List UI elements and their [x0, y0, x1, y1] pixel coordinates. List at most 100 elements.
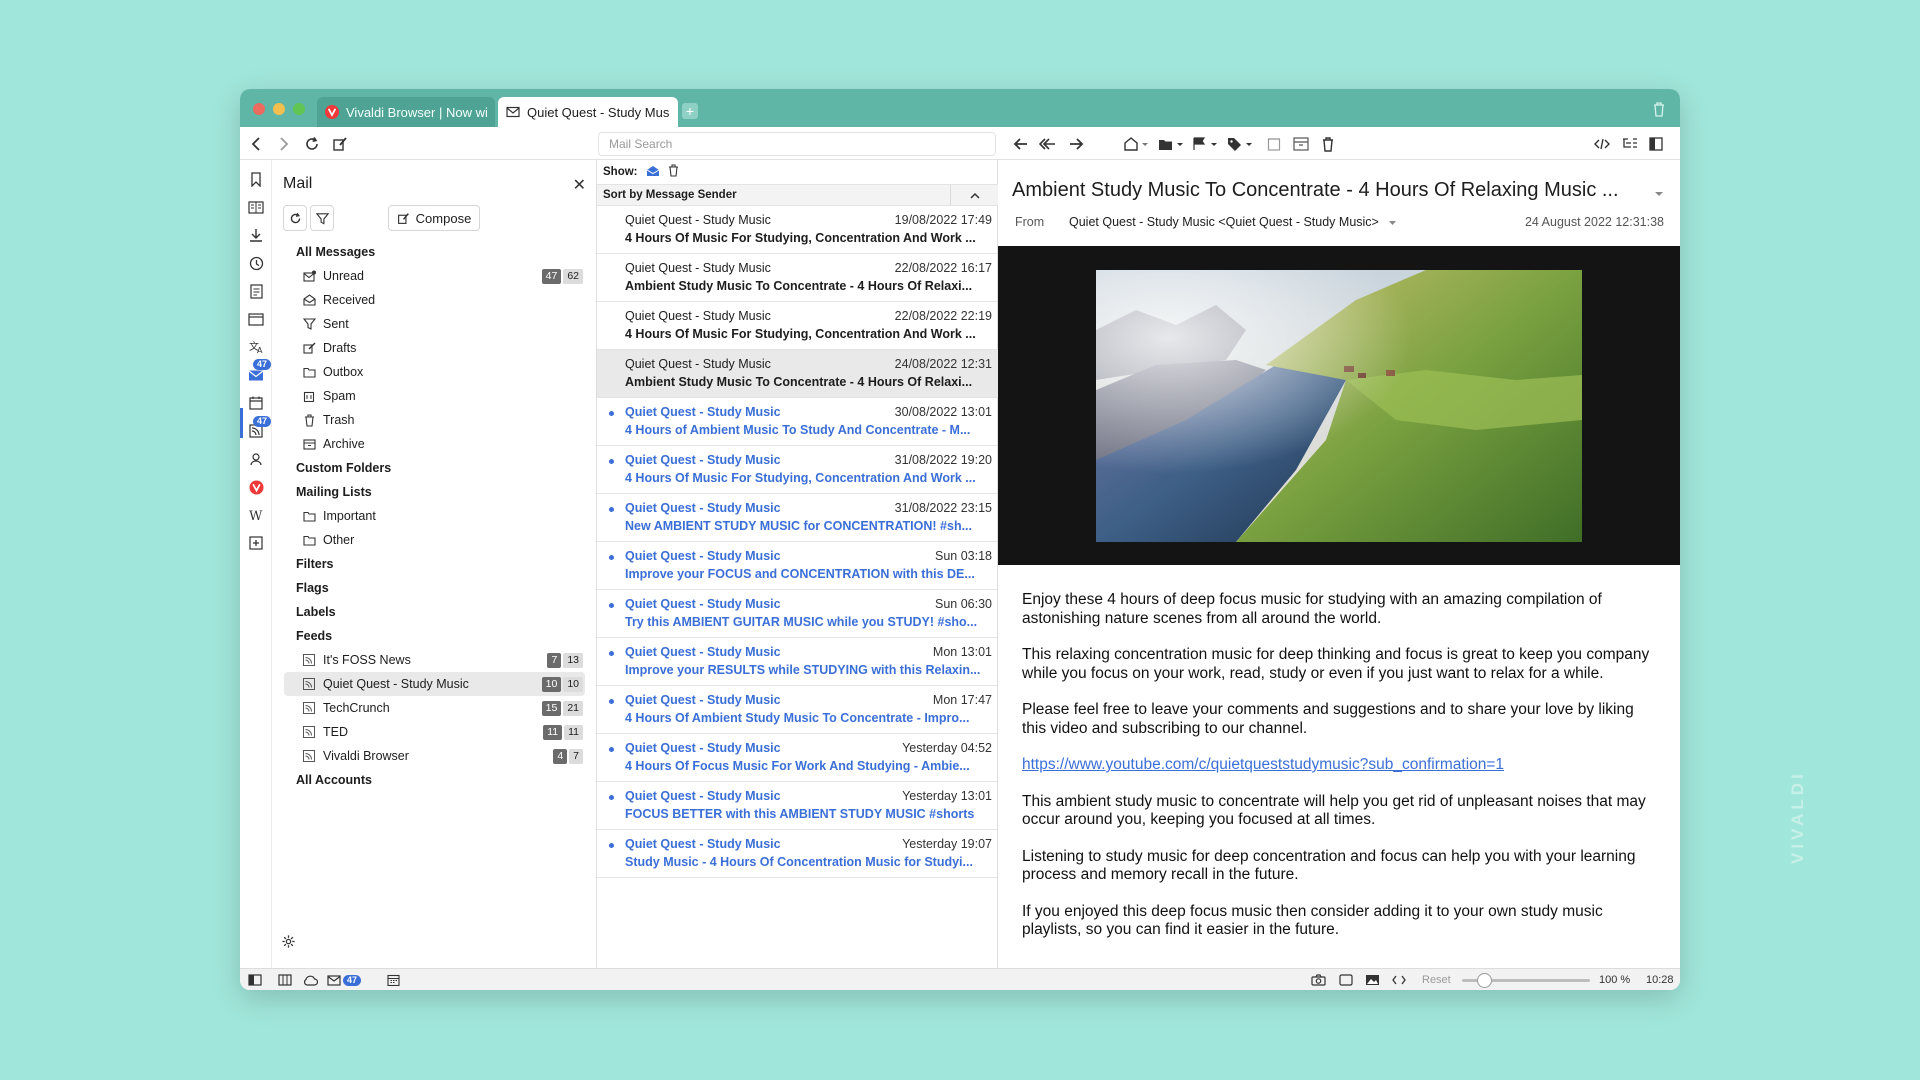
mail-search-input[interactable] [598, 132, 996, 156]
page-actions-icon[interactable] [1391, 973, 1407, 987]
add-web-panel-icon[interactable] [247, 534, 265, 552]
panel-toggle-icon[interactable] [247, 973, 263, 987]
message-row[interactable]: Quiet Quest - Study Music 31/08/2022 23:1… [597, 494, 998, 542]
maximize-window-button[interactable] [293, 103, 305, 115]
folder-drafts[interactable]: Drafts [272, 336, 597, 360]
folder-trash[interactable]: Trash [272, 408, 597, 432]
sort-direction-icon[interactable] [950, 185, 998, 205]
capture-camera-icon[interactable] [1310, 973, 1326, 987]
label-icon[interactable] [1226, 133, 1254, 155]
zoom-slider[interactable] [1462, 973, 1590, 988]
message-row[interactable]: Quiet Quest - Study Music Mon 17:47 4 Hour… [597, 686, 998, 734]
layout-toggle-icon[interactable] [1645, 133, 1667, 155]
calendar-status-icon[interactable] [385, 973, 401, 987]
flag-icon[interactable] [1191, 133, 1219, 155]
feed-vivaldi-browser[interactable]: Vivaldi Browser 47 [272, 744, 597, 768]
feeds-heading[interactable]: Feeds [272, 624, 597, 648]
from-address[interactable]: Quiet Quest - Study Music <Quiet Quest -… [1069, 215, 1397, 229]
from-dropdown-icon[interactable] [1388, 220, 1397, 226]
message-row[interactable]: Quiet Quest - Study Music Sun 06:30 Try th… [597, 590, 998, 638]
settings-gear-icon[interactable] [281, 934, 297, 950]
message-row[interactable]: Quiet Quest - Study Music 31/08/2022 19:2… [597, 446, 998, 494]
reply-all-icon[interactable] [1037, 133, 1059, 155]
video-embed[interactable] [998, 246, 1680, 565]
message-row[interactable]: Quiet Quest - Study Music 19/08/2022 17:4… [597, 206, 998, 254]
message-row[interactable]: Quiet Quest - Study Music Yesterday 04:52… [597, 734, 998, 782]
mailing-lists-heading[interactable]: Mailing Lists [272, 480, 597, 504]
folder-received[interactable]: Received [272, 288, 597, 312]
message-row[interactable]: Quiet Quest - Study Music Mon 13:01 Improv… [597, 638, 998, 686]
channel-link[interactable]: https://www.youtube.com/c/quietqueststud… [1022, 756, 1504, 773]
reading-list-icon[interactable] [247, 198, 265, 216]
message-row[interactable]: Quiet Quest - Study Music 22/08/2022 22:1… [597, 302, 998, 350]
labels-heading[interactable]: Labels [272, 600, 597, 624]
window-panel-icon[interactable] [247, 310, 265, 328]
tab-tiling-icon[interactable] [277, 973, 293, 987]
notes-icon[interactable] [247, 282, 265, 300]
close-panel-icon[interactable]: ✕ [573, 175, 586, 195]
all-accounts-heading[interactable]: All Accounts [272, 768, 597, 792]
message-row[interactable]: Quiet Quest - Study Music 22/08/2022 16:1… [597, 254, 998, 302]
folder-unread[interactable]: Unread 47 62 [272, 264, 597, 288]
sort-header[interactable]: Sort by Message Sender [597, 184, 998, 206]
filters-heading[interactable]: Filters [272, 552, 597, 576]
filter-icon[interactable] [310, 205, 334, 231]
video-thumbnail[interactable] [1096, 270, 1582, 542]
zoom-reset-button[interactable]: Reset [1422, 974, 1451, 986]
move-to-folder-icon[interactable] [1157, 133, 1185, 155]
view-source-icon[interactable] [1591, 133, 1613, 155]
closed-tabs-trash-icon[interactable] [1652, 101, 1666, 117]
translate-icon[interactable]: 文A [247, 338, 265, 356]
folder-outbox[interactable]: Outbox [272, 360, 597, 384]
folder-archive[interactable]: Archive [272, 432, 597, 456]
compose-button[interactable]: Compose [388, 205, 480, 231]
message-row[interactable]: Quiet Quest - Study Music Yesterday 13:01… [597, 782, 998, 830]
sync-cloud-icon[interactable] [302, 973, 318, 987]
message-row[interactable]: Quiet Quest - Study Music 30/08/2022 13:0… [597, 398, 998, 446]
history-icon[interactable] [247, 254, 265, 272]
feed-quiet-quest[interactable]: Quiet Quest - Study Music 10 10 [284, 672, 585, 696]
back-button[interactable] [245, 133, 267, 155]
wikipedia-panel-icon[interactable]: W [247, 506, 265, 524]
tab-quiet-quest[interactable]: Quiet Quest - Study Music [498, 97, 678, 127]
zoom-slider-handle[interactable] [1476, 973, 1492, 988]
folder-spam[interactable]: Spam [272, 384, 597, 408]
threading-icon[interactable] [1619, 133, 1641, 155]
flags-heading[interactable]: Flags [272, 576, 597, 600]
calendar-icon[interactable] [247, 394, 265, 412]
reply-icon[interactable] [1010, 133, 1032, 155]
mark-read-icon[interactable] [1122, 133, 1150, 155]
forward-mail-icon[interactable] [1065, 133, 1087, 155]
subject-expand-icon[interactable] [1654, 186, 1664, 200]
compose-edit-icon[interactable] [329, 133, 351, 155]
check-mail-icon[interactable] [283, 205, 307, 231]
message-row[interactable]: Quiet Quest - Study Music Yesterday 19:07… [597, 830, 998, 878]
images-toggle-icon[interactable] [1364, 973, 1380, 987]
feed-techcrunch[interactable]: TechCrunch 15 21 [272, 696, 597, 720]
mailing-list-other[interactable]: Other [272, 528, 597, 552]
show-received-icon[interactable] [646, 165, 660, 180]
page-tiling-icon[interactable] [1338, 973, 1354, 987]
contacts-icon[interactable] [247, 450, 265, 468]
vivaldi-web-panel-icon[interactable] [247, 478, 265, 496]
delete-icon[interactable] [1317, 133, 1339, 155]
show-trash-icon[interactable] [668, 164, 679, 180]
forward-button[interactable] [273, 133, 295, 155]
custom-folders-heading[interactable]: Custom Folders [272, 456, 597, 480]
close-window-button[interactable] [253, 103, 265, 115]
archive-icon[interactable] [1290, 133, 1312, 155]
downloads-icon[interactable] [247, 226, 265, 244]
bookmarks-icon[interactable] [247, 170, 265, 188]
folder-sent[interactable]: Sent [272, 312, 597, 336]
mail-status-icon[interactable]: 47 [326, 973, 362, 987]
new-tab-button[interactable]: + [682, 103, 698, 119]
feed-its-foss-news[interactable]: It's FOSS News 7 13 [272, 648, 597, 672]
message-row[interactable]: Quiet Quest - Study Music Sun 03:18 Improv… [597, 542, 998, 590]
mailing-list-important[interactable]: Important [272, 504, 597, 528]
spam-icon[interactable] [1263, 133, 1285, 155]
reload-icon[interactable] [301, 133, 323, 155]
all-messages-heading[interactable]: All Messages [272, 240, 597, 264]
tab-vivaldi-browser[interactable]: Vivaldi Browser | Now with [317, 97, 495, 127]
feed-ted[interactable]: TED 11 11 [272, 720, 597, 744]
message-row[interactable]: Quiet Quest - Study Music 24/08/2022 12:3… [597, 350, 998, 398]
